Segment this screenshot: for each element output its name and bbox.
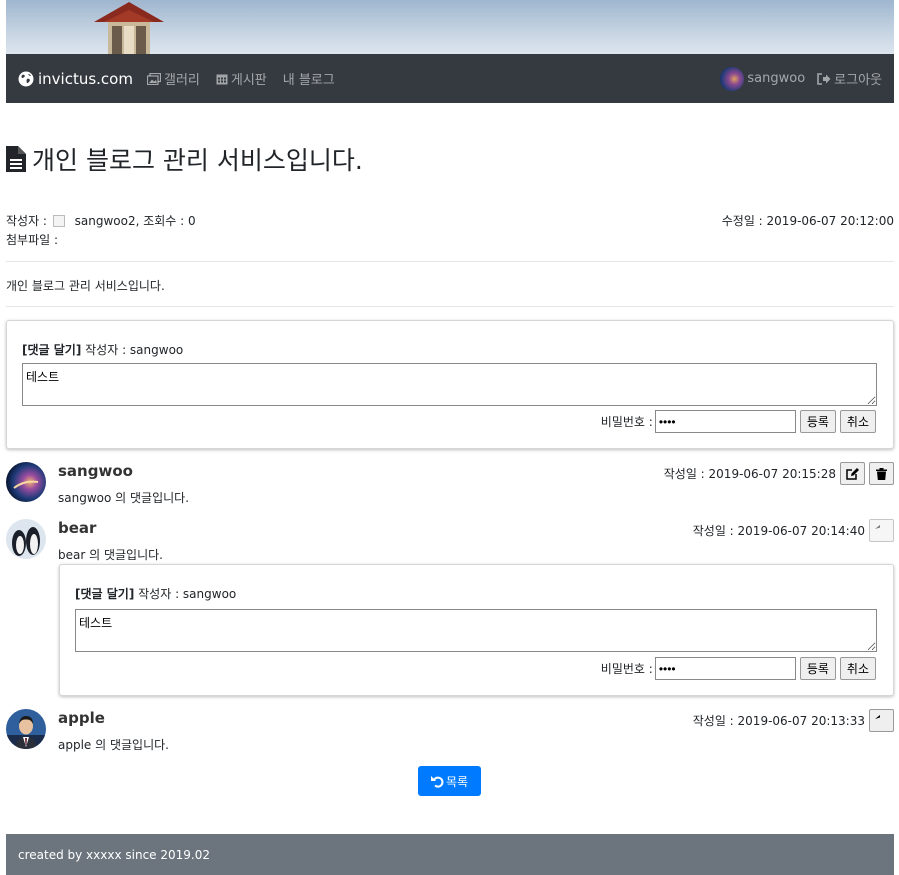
brand-link[interactable]: invictus.com [18, 70, 133, 88]
header-banner-image [6, 0, 894, 54]
author-image [52, 215, 65, 227]
author-label: 작성자 : [6, 214, 47, 228]
reply-form-header: [댓글 달기] 작성자 : sangwoo [22, 341, 183, 358]
calendar-icon [216, 74, 228, 84]
nav-my-blog[interactable]: 내 블로그 [283, 69, 335, 88]
reply-form-author: 작성자 : sangwoo [85, 343, 184, 357]
footer-text: created by xxxxx since 2019.02 [18, 847, 210, 862]
comment-text: apple 의 댓글입니다. [58, 738, 169, 752]
trash-icon [876, 467, 887, 480]
nav-logout-label: 로그아웃 [834, 73, 882, 88]
page-title: 개인 블로그 관리 서비스입니다. [6, 141, 363, 177]
reply-button[interactable] [869, 519, 894, 542]
submit-button[interactable]: 등록 [799, 657, 836, 680]
comment-author: sangwoo [58, 462, 133, 480]
reply-form: [댓글 달기] 작성자 : sangwoo 테스트 비밀번호 : 등록 취소 [6, 320, 894, 449]
comment-text: bear 의 댓글입니다. [58, 548, 163, 562]
globe-icon [18, 71, 34, 86]
comment-item: apple apple 의 댓글입니다. 작성일 : 2019-06-07 20… [6, 709, 894, 754]
comment-actions: 작성일 : 2019-06-07 20:15:28 [664, 462, 894, 485]
nested-reply-form: [댓글 달기] 작성자 : sangwoo 테스트 비밀번호 : 등록 취소 [59, 564, 894, 696]
post-meta: 작성자 : sangwoo2, 조회수 : 0 수정일 : 2019-06-07… [6, 211, 894, 249]
reply-form-actions: 비밀번호 : 등록 취소 [601, 410, 876, 433]
brand-label: invictus.com [38, 69, 133, 88]
comment-author: apple [58, 709, 105, 727]
password-input[interactable] [654, 657, 796, 680]
post-author: 작성자 : sangwoo2, 조회수 : 0 [6, 212, 196, 229]
post-content: 개인 블로그 관리 서비스입니다. [6, 279, 165, 293]
list-button[interactable]: 목록 [418, 766, 481, 796]
list-button-label: 목록 [445, 774, 469, 789]
nav-board-label: 게시판 [230, 73, 267, 88]
undo-icon [430, 775, 444, 788]
divider [6, 261, 894, 262]
comment-author: bear [58, 519, 97, 537]
comment-actions: 작성일 : 2019-06-07 20:13:33 [693, 709, 894, 732]
comment-date: 작성일 : 2019-06-07 20:13:33 [692, 714, 865, 728]
nav-user[interactable]: sangwoo [720, 66, 806, 91]
sign-out-icon [817, 72, 831, 85]
nav-gallery-label: 갤러리 [163, 73, 200, 88]
divider [6, 306, 894, 307]
cancel-button[interactable]: 취소 [839, 410, 876, 433]
reply-textarea[interactable]: 테스트 [22, 363, 877, 406]
nav-gallery[interactable]: 갤러리 [146, 69, 200, 88]
comment-item: bear bear 의 댓글입니다. 작성일 : 2019-06-07 20:1… [6, 519, 894, 564]
nav-user-area: sangwoo 로그아웃 [708, 66, 882, 91]
document-icon [6, 146, 26, 172]
reply-button[interactable] [869, 709, 894, 732]
reply-form-title: [댓글 달기] [22, 343, 82, 357]
avatar [6, 462, 46, 502]
nav-username: sangwoo [747, 71, 806, 86]
edit-icon [846, 467, 859, 480]
reply-icon [875, 525, 880, 529]
pavilion-illustration [94, 2, 164, 54]
footer: created by xxxxx since 2019.02 [6, 834, 894, 875]
delete-button[interactable] [869, 462, 894, 485]
comment-date: 작성일 : 2019-06-07 20:14:40 [692, 524, 865, 538]
nav-board[interactable]: 게시판 [216, 69, 267, 88]
attachment-label: 첨부파일 : [6, 233, 59, 247]
image-icon [146, 72, 161, 85]
comment-text: sangwoo 의 댓글입니다. [58, 491, 190, 505]
cancel-button[interactable]: 취소 [839, 657, 876, 680]
password-label: 비밀번호 : [600, 415, 653, 429]
post-modified-date: 수정일 : 2019-06-07 20:12:00 [721, 214, 894, 228]
nested-reply-textarea[interactable]: 테스트 [75, 609, 877, 652]
comment-item: sangwoo sangwoo 의 댓글입니다. 작성일 : 2019-06-0… [6, 462, 894, 512]
password-input[interactable] [654, 410, 796, 433]
comment-date: 작성일 : 2019-06-07 20:15:28 [663, 467, 836, 481]
nested-form-actions: 비밀번호 : 등록 취소 [601, 657, 876, 680]
nested-form-header: [댓글 달기] 작성자 : sangwoo [75, 585, 236, 602]
edit-button[interactable] [840, 462, 865, 485]
nested-form-author: 작성자 : sangwoo [138, 587, 237, 601]
top-navbar: invictus.com 갤러리 게시판 내 블로그 sangwoo 로그아웃 [6, 54, 894, 103]
password-label: 비밀번호 : [600, 662, 653, 676]
comment-actions: 작성일 : 2019-06-07 20:14:40 [693, 519, 894, 542]
user-avatar [720, 66, 745, 91]
nested-form-title: [댓글 달기] [75, 587, 135, 601]
author-views: sangwoo2, 조회수 : 0 [74, 214, 196, 228]
page-title-text: 개인 블로그 관리 서비스입니다. [32, 146, 363, 175]
nav-my-blog-label: 내 블로그 [282, 73, 335, 88]
submit-button[interactable]: 등록 [799, 410, 836, 433]
avatar [6, 519, 46, 559]
avatar [6, 709, 46, 749]
reply-icon [875, 715, 880, 719]
nav-logout[interactable]: 로그아웃 [817, 69, 882, 88]
